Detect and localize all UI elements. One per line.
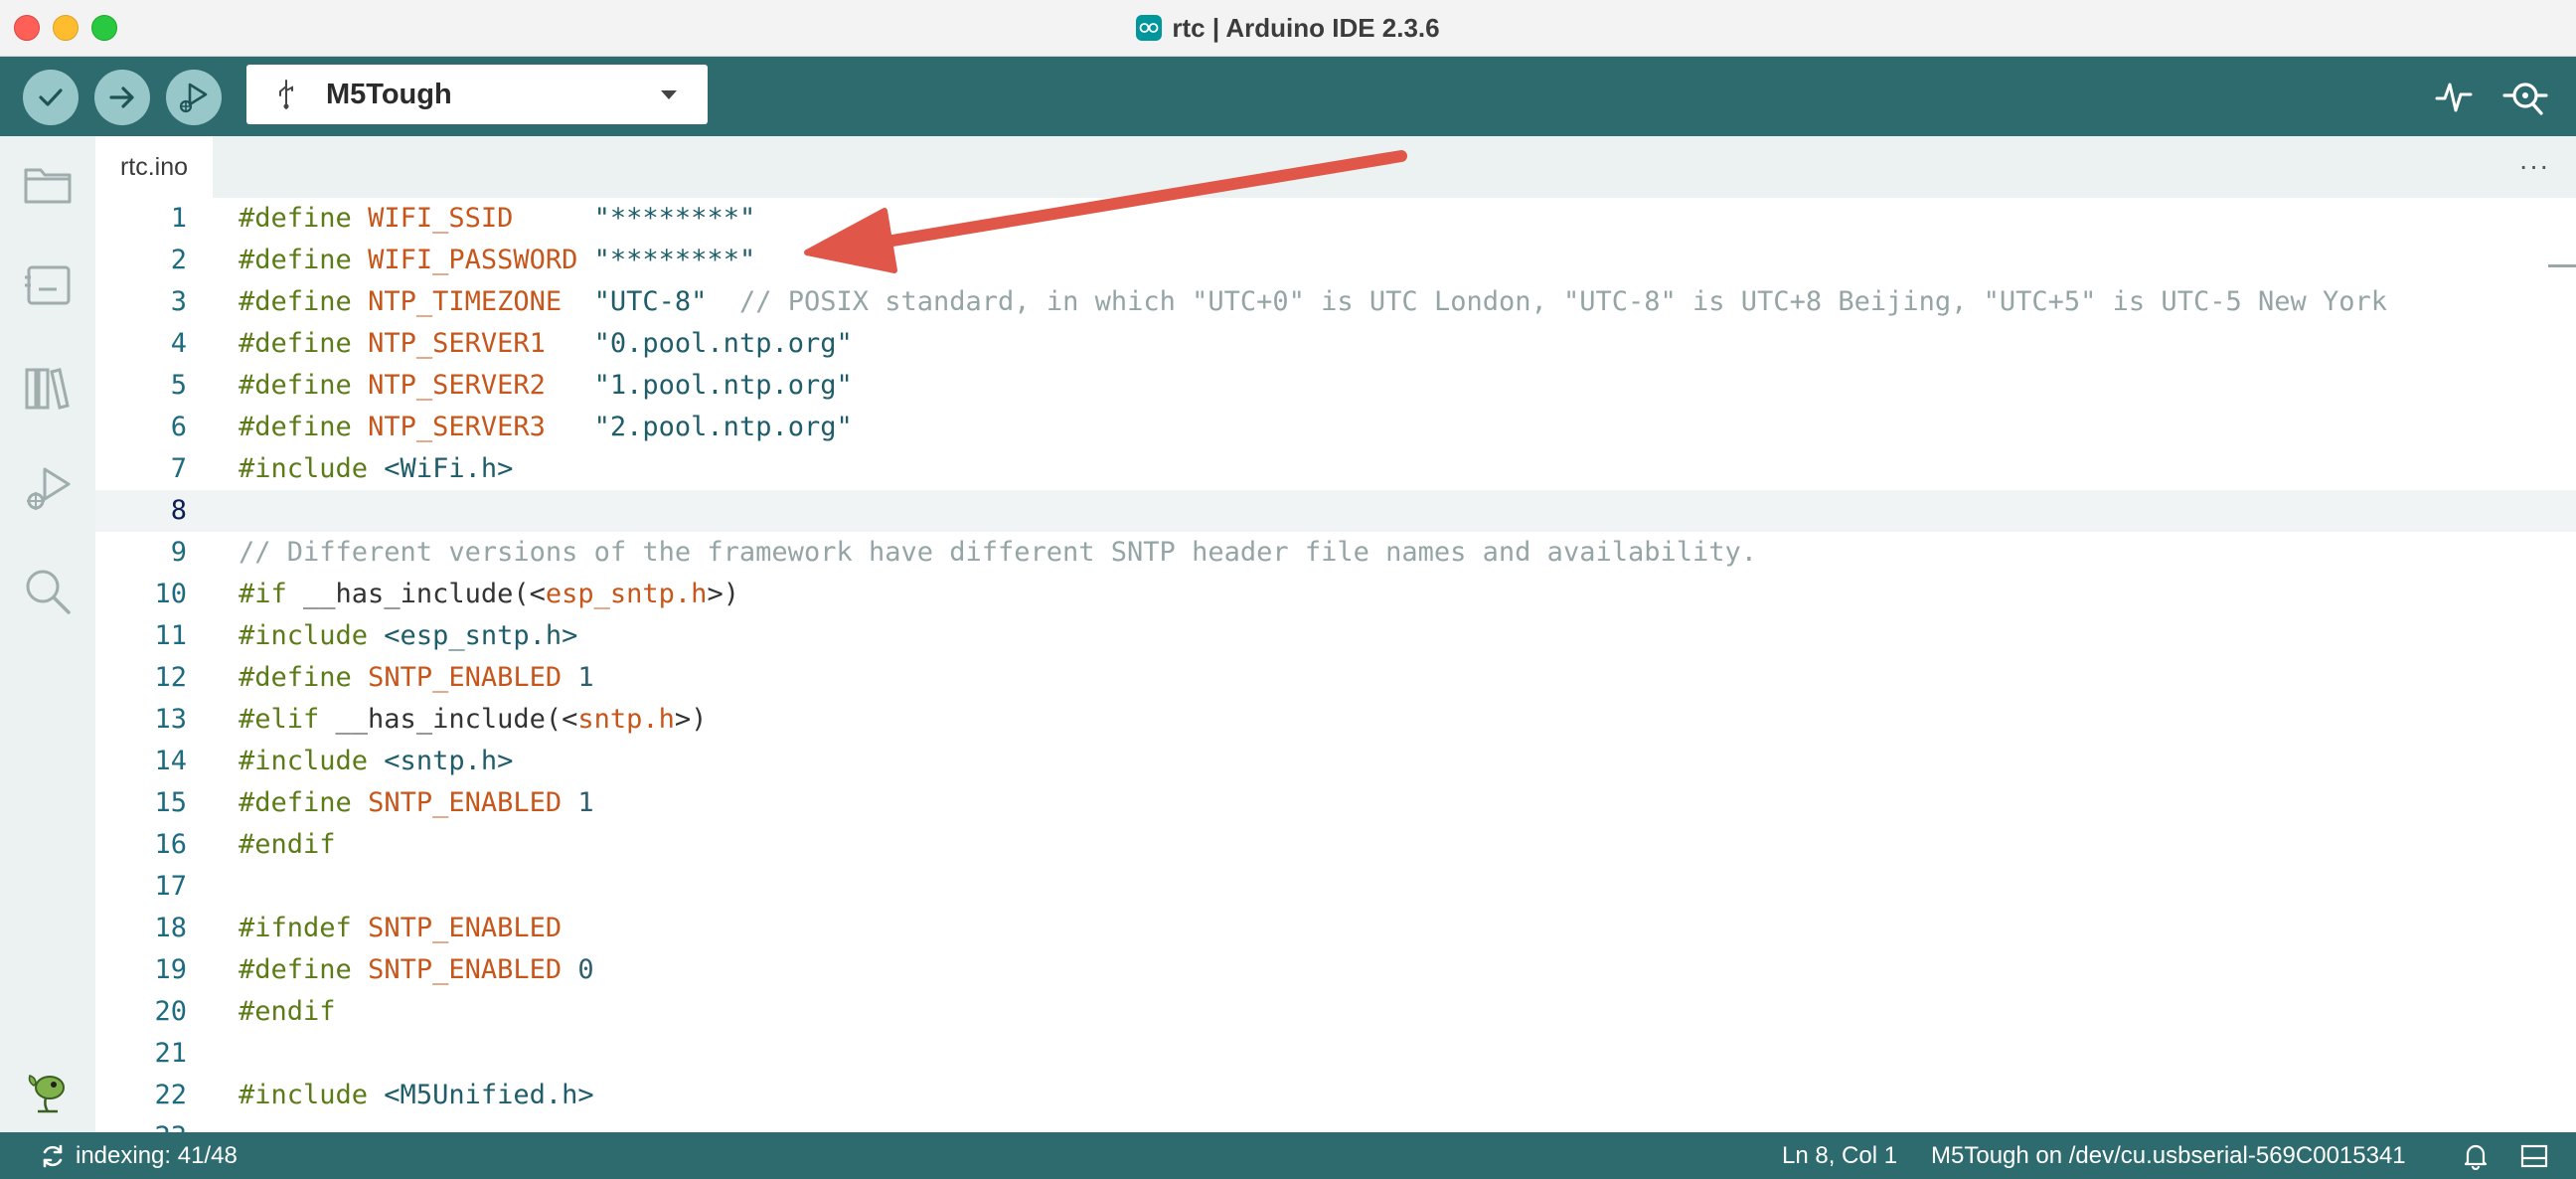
- cursor-position[interactable]: Ln 8, Col 1: [1782, 1132, 1897, 1179]
- board-port-status[interactable]: M5Tough on /dev/cu.usbserial-569C0015341: [1931, 1132, 2406, 1179]
- panel-icon: [2520, 1144, 2548, 1167]
- status-bar: indexing: 41/48 Ln 8, Col 1 M5Tough on /…: [0, 1132, 2576, 1179]
- indexing-text: indexing: 41/48: [76, 1141, 238, 1169]
- sync-icon: [43, 1144, 63, 1167]
- annotation-arrow: [804, 150, 1407, 273]
- bell-icon: [2464, 1144, 2488, 1170]
- toggle-panel-button[interactable]: [2520, 1132, 2548, 1179]
- notifications-button[interactable]: [2463, 1132, 2489, 1179]
- indexing-status[interactable]: indexing: 41/48: [40, 1132, 238, 1179]
